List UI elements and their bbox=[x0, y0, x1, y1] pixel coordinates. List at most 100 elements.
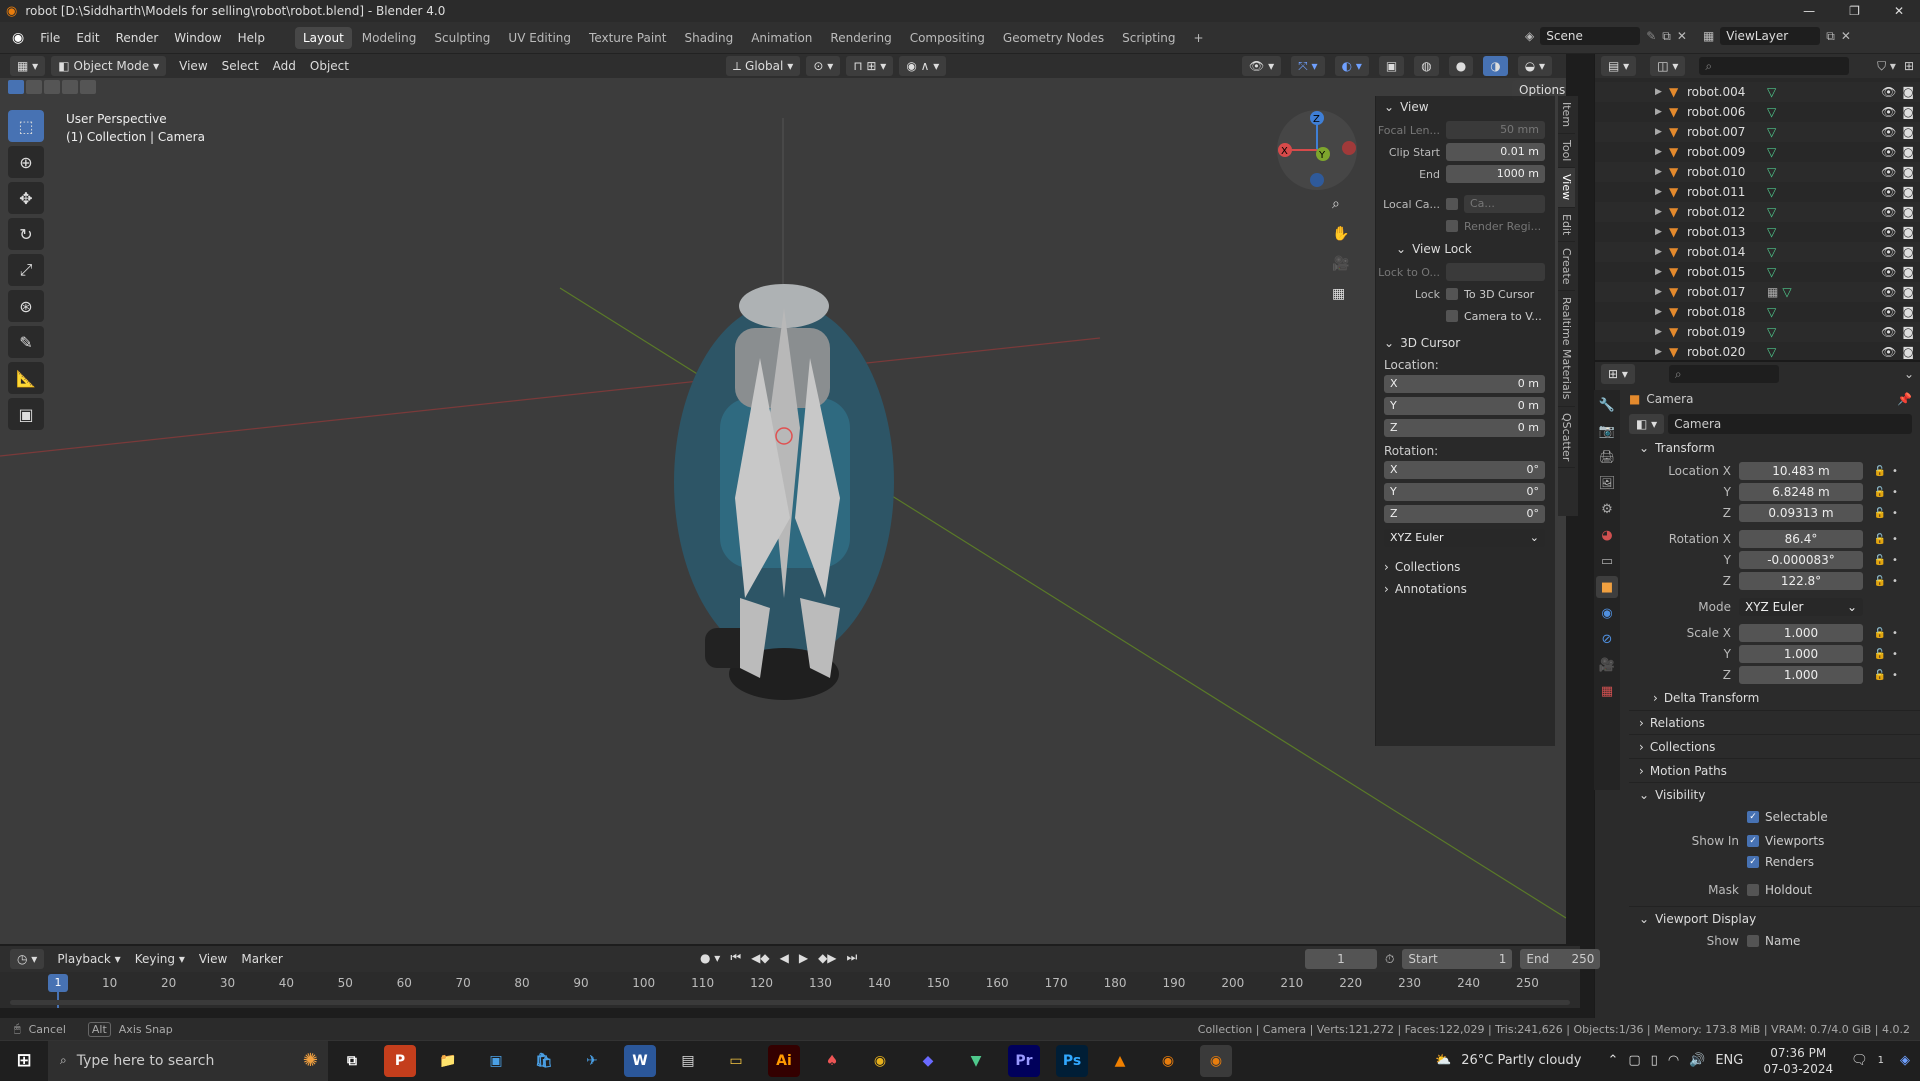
select-intersect-icon[interactable] bbox=[80, 80, 96, 94]
menu-help[interactable]: Help bbox=[230, 28, 273, 48]
list-item[interactable]: ▶ ▼ robot.009 ▽ 👁 ◙ bbox=[1595, 142, 1920, 162]
list-item[interactable]: ▶ ▼ robot.018 ▽ 👁 ◙ bbox=[1595, 302, 1920, 322]
visibility-header[interactable]: ⌄ Visibility bbox=[1629, 782, 1920, 806]
add-workspace-icon[interactable]: + bbox=[1186, 27, 1212, 49]
lock-to-object-field[interactable] bbox=[1446, 263, 1545, 281]
menu-edit[interactable]: Edit bbox=[68, 28, 107, 48]
word-icon[interactable]: W bbox=[624, 1044, 656, 1077]
tab-scripting[interactable]: Scripting bbox=[1114, 27, 1183, 49]
list-item[interactable]: ▶ ▼ robot.014 ▽ 👁 ◙ bbox=[1595, 242, 1920, 262]
keyframe-dot-icon[interactable]: • bbox=[1889, 508, 1901, 519]
tab-modeling[interactable]: Modeling bbox=[354, 27, 425, 49]
visibility-eye-icon[interactable]: 👁 bbox=[1881, 165, 1896, 179]
scene-properties-icon[interactable]: ⚙ bbox=[1596, 498, 1618, 520]
cursor-rot-y[interactable]: Y 0° bbox=[1384, 483, 1545, 501]
measure-tool[interactable]: 📐 bbox=[8, 362, 44, 394]
scene-selector[interactable]: Scene bbox=[1540, 27, 1641, 45]
overlay-toggle[interactable]: ◐ ▾ bbox=[1334, 56, 1369, 76]
powerpoint-icon[interactable]: P bbox=[384, 1044, 416, 1077]
annotate-tool[interactable]: ✎ bbox=[8, 326, 44, 358]
cursor-loc-z[interactable]: Z 0 m bbox=[1384, 419, 1545, 437]
visibility-eye-icon[interactable]: 👁 bbox=[1881, 145, 1896, 159]
tab-compositing[interactable]: Compositing bbox=[902, 27, 993, 49]
lock-icon[interactable]: 🔓 bbox=[1871, 649, 1889, 660]
tab-item[interactable]: Item bbox=[1558, 96, 1575, 135]
app3-icon[interactable]: ▭ bbox=[720, 1045, 752, 1077]
vectorworks-icon[interactable]: ▼ bbox=[960, 1045, 992, 1077]
scale-z-field[interactable]: 1.000 bbox=[1739, 666, 1863, 684]
properties-search[interactable]: ⌕ bbox=[1668, 365, 1779, 383]
scale-tool[interactable]: ⤢ bbox=[8, 254, 44, 286]
restore-icon[interactable]: ❐ bbox=[1849, 4, 1860, 18]
weather-text[interactable]: 26°C Partly cloudy bbox=[1461, 1053, 1581, 1068]
visibility-eye-icon[interactable]: 👁 bbox=[1881, 325, 1896, 339]
list-item[interactable]: ▶ ▼ robot.006 ▽ 👁 ◙ bbox=[1595, 102, 1920, 122]
viewlayer-selector[interactable]: ViewLayer bbox=[1720, 27, 1821, 45]
clock-date[interactable]: 07-03-2024 bbox=[1763, 1061, 1833, 1077]
selectable-checkbox[interactable]: ✓ bbox=[1747, 811, 1759, 823]
rotate-tool[interactable]: ↻ bbox=[8, 218, 44, 250]
mode-dropdown[interactable]: ◧ Object Mode ▾ bbox=[51, 56, 167, 76]
lock-icon[interactable]: 🔓 bbox=[1871, 670, 1889, 681]
tab-geometry-nodes[interactable]: Geometry Nodes bbox=[995, 27, 1112, 49]
tool-settings-icon[interactable]: 🔧 bbox=[1596, 394, 1618, 416]
snap-toggle[interactable]: ⊓ ⊞ ▾ bbox=[846, 56, 894, 76]
taskbar-search-box[interactable]: ⌕ Type here to search ✺ bbox=[48, 1040, 328, 1081]
perspective-grid-icon[interactable]: ▦ bbox=[1332, 286, 1349, 302]
record-icon[interactable]: ● ▾ bbox=[700, 951, 720, 965]
notepad-icon[interactable]: ▤ bbox=[672, 1045, 704, 1077]
properties-editor-type[interactable]: ⊞ ▾ bbox=[1601, 364, 1635, 384]
visibility-eye-icon[interactable]: 👁 bbox=[1881, 105, 1896, 119]
windows-start-icon[interactable]: ⊞ bbox=[8, 1045, 40, 1077]
timeline-view-menu[interactable]: View bbox=[192, 949, 234, 969]
object-browse-dropdown[interactable]: ◧ ▾ bbox=[1629, 414, 1665, 434]
list-item[interactable]: ▶ ▼ robot.019 ▽ 👁 ◙ bbox=[1595, 322, 1920, 342]
keying-menu[interactable]: Keying ▾ bbox=[128, 949, 192, 969]
transform-panel-header[interactable]: ⌄ Transform bbox=[1629, 436, 1920, 460]
marker-menu[interactable]: Marker bbox=[234, 949, 289, 969]
world-properties-icon[interactable]: ◕ bbox=[1596, 524, 1618, 546]
keyframe-dot-icon[interactable]: • bbox=[1889, 466, 1901, 477]
blender-menu-icon[interactable]: ◉ bbox=[12, 30, 24, 46]
end-frame-field[interactable]: End 250 bbox=[1520, 949, 1601, 969]
lock-icon[interactable]: 🔓 bbox=[1871, 487, 1889, 498]
tab-view[interactable]: View bbox=[1558, 168, 1575, 208]
collections-header[interactable]: › Collections bbox=[1629, 734, 1920, 758]
viewport-display-header[interactable]: ⌄ Viewport Display bbox=[1629, 906, 1920, 930]
tab-texture-paint[interactable]: Texture Paint bbox=[581, 27, 674, 49]
delete-scene-icon[interactable]: ✕ bbox=[1677, 29, 1687, 43]
outliner-display-mode[interactable]: ◫ ▾ bbox=[1650, 56, 1686, 76]
pivot-dropdown[interactable]: ⊙ ▾ bbox=[806, 56, 841, 76]
timeline-editor-type[interactable]: ◷ ▾ bbox=[10, 949, 45, 969]
cursor-rot-x[interactable]: X 0° bbox=[1384, 461, 1545, 479]
app-icon[interactable]: ▣ bbox=[480, 1045, 512, 1077]
outliner-search[interactable]: ⌕ bbox=[1699, 57, 1850, 75]
collection-properties-icon[interactable]: ▭ bbox=[1596, 550, 1618, 572]
annotations-section-header[interactable]: › Annotations bbox=[1376, 578, 1555, 600]
select-box-tool[interactable]: ⬚ bbox=[8, 110, 44, 142]
menu-window[interactable]: Window bbox=[166, 28, 229, 48]
render-camera-icon[interactable]: ◙ bbox=[1902, 145, 1914, 159]
next-keyframe-icon[interactable]: ◆▶ bbox=[818, 951, 836, 965]
tab-qscatter[interactable]: QScatter bbox=[1558, 407, 1575, 469]
viewlayer-icon[interactable]: ▦ bbox=[1703, 29, 1714, 43]
menu-select[interactable]: Select bbox=[215, 56, 266, 76]
tab-shading[interactable]: Shading bbox=[676, 27, 741, 49]
viewports-checkbox[interactable]: ✓ bbox=[1747, 835, 1759, 847]
keyframe-dot-icon[interactable]: • bbox=[1889, 628, 1901, 639]
task-view-icon[interactable]: ⧉ bbox=[336, 1045, 368, 1077]
gizmo-toggle[interactable]: ⤧ ▾ bbox=[1291, 56, 1325, 76]
select-extend-icon[interactable] bbox=[26, 80, 42, 94]
rotation-z-field[interactable]: 122.8° bbox=[1739, 572, 1863, 590]
select-box-mode-icon[interactable] bbox=[8, 80, 24, 94]
scale-x-field[interactable]: 1.000 bbox=[1739, 624, 1863, 642]
chevron-up-icon[interactable]: ⌃ bbox=[1607, 1053, 1618, 1068]
visibility-eye-icon[interactable]: 👁 bbox=[1881, 85, 1896, 99]
premiere-icon[interactable]: Pr bbox=[1008, 1044, 1040, 1077]
cursor-loc-y[interactable]: Y 0 m bbox=[1384, 397, 1545, 415]
close-icon[interactable]: ✕ bbox=[1894, 4, 1904, 18]
constraints-icon[interactable]: ⊘ bbox=[1596, 628, 1618, 650]
zoom-icon[interactable]: ⌕ bbox=[1332, 196, 1349, 212]
file-explorer-icon[interactable]: 📁 bbox=[432, 1045, 464, 1077]
menu-render[interactable]: Render bbox=[108, 28, 167, 48]
